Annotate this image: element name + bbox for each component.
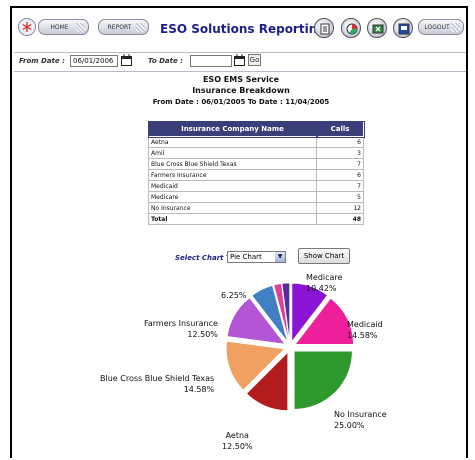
report-frame: HOME REPORT ESO Solutions Reporting LOGO…	[10, 6, 468, 458]
pie-slice-label: 6.25%	[221, 291, 247, 300]
pie-slice-label: Aetna 12.50%	[222, 431, 253, 451]
pie-slice-label: Medicaid 14.58%	[347, 320, 383, 340]
pie-slice-label: Blue Cross Blue Shield Texas 14.58%	[100, 374, 215, 394]
pie-slice-label: No Insurance 25.00%	[334, 410, 387, 430]
pie-slice-label: Medicare 10.42%	[306, 273, 343, 293]
pie-slice-label: Farmers Insurance 12.50%	[144, 319, 218, 339]
pie-chart	[226, 282, 354, 411]
pie-slice	[293, 350, 353, 410]
